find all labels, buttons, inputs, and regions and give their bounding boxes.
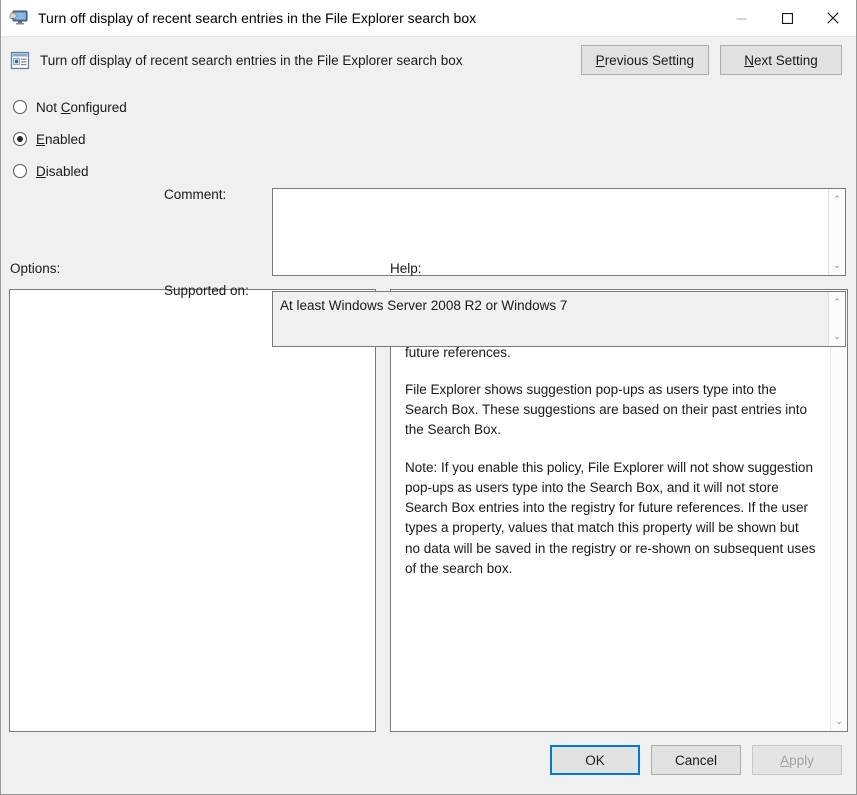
radio-dot-icon bbox=[13, 132, 27, 146]
state-radio-group: Not Configured Enabled Disabled bbox=[13, 91, 163, 187]
previous-setting-label: revious Setting bbox=[604, 52, 694, 68]
maximize-icon[interactable] bbox=[764, 0, 810, 36]
apply-label: pply bbox=[789, 752, 814, 768]
minimize-icon[interactable] bbox=[718, 0, 764, 36]
panels-row: Disables suggesting recent queries for t… bbox=[1, 289, 856, 732]
dialog-footer: OK Cancel Apply bbox=[1, 732, 856, 794]
cancel-button[interactable]: Cancel bbox=[651, 745, 741, 775]
close-icon[interactable] bbox=[810, 0, 856, 36]
options-content bbox=[10, 290, 375, 731]
help-paragraph: Note: If you enable this policy, File Ex… bbox=[405, 459, 816, 576]
radio-label-disabled: Disabled bbox=[36, 163, 89, 179]
next-setting-accel: N bbox=[744, 52, 754, 68]
radio-label-not-configured: Not Configured bbox=[36, 99, 127, 115]
title-bar: Turn off display of recent search entrie… bbox=[1, 0, 856, 37]
setting-state-area: Not Configured Enabled Disabled Comment:… bbox=[1, 83, 856, 347]
options-label: Options: bbox=[10, 261, 61, 276]
setting-header: Turn off display of recent search entrie… bbox=[1, 37, 856, 83]
radio-label-enabled: Enabled bbox=[36, 131, 86, 147]
supported-on-field: At least Windows Server 2008 R2 or Windo… bbox=[272, 291, 846, 347]
scroll-down-icon[interactable]: ⌄ bbox=[829, 329, 846, 343]
window-title: Turn off display of recent search entrie… bbox=[38, 10, 477, 26]
help-scrollbar[interactable]: ⌃ ⌄ bbox=[830, 290, 847, 731]
group-policy-setting-dialog: Turn off display of recent search entrie… bbox=[0, 0, 857, 795]
radio-enabled[interactable]: Enabled bbox=[13, 123, 163, 155]
scroll-down-icon[interactable]: ⌄ bbox=[831, 714, 848, 728]
policy-setting-icon bbox=[10, 51, 30, 70]
scroll-up-icon[interactable]: ⌃ bbox=[829, 295, 846, 309]
help-label: Help: bbox=[390, 261, 422, 276]
radio-dot-icon bbox=[13, 164, 27, 178]
supported-on-scrollbar[interactable]: ⌃ ⌄ bbox=[828, 292, 845, 346]
apply-button: Apply bbox=[752, 745, 842, 775]
scroll-up-icon[interactable]: ⌃ bbox=[829, 192, 846, 206]
radio-disabled[interactable]: Disabled bbox=[13, 155, 163, 187]
previous-setting-accel: P bbox=[595, 52, 605, 68]
radio-dot-icon bbox=[13, 100, 27, 114]
next-setting-button[interactable]: Next Setting bbox=[720, 45, 842, 75]
next-setting-label: ext Setting bbox=[753, 52, 818, 68]
ok-button[interactable]: OK bbox=[550, 745, 640, 775]
setting-title: Turn off display of recent search entrie… bbox=[40, 52, 463, 68]
comment-label: Comment: bbox=[164, 187, 227, 202]
apply-accel: A bbox=[780, 752, 790, 768]
help-paragraph: File Explorer shows suggestion pop-ups a… bbox=[405, 381, 807, 438]
radio-not-configured[interactable]: Not Configured bbox=[13, 91, 163, 123]
previous-setting-button[interactable]: Previous Setting bbox=[580, 45, 709, 75]
supported-on-value: At least Windows Server 2008 R2 or Windo… bbox=[280, 298, 568, 313]
options-panel bbox=[9, 289, 376, 732]
computer-monitor-icon bbox=[9, 9, 29, 27]
section-label-row: Options: Help: bbox=[1, 253, 856, 289]
help-content: Disables suggesting recent queries for t… bbox=[391, 290, 830, 731]
help-panel: Disables suggesting recent queries for t… bbox=[390, 289, 848, 732]
